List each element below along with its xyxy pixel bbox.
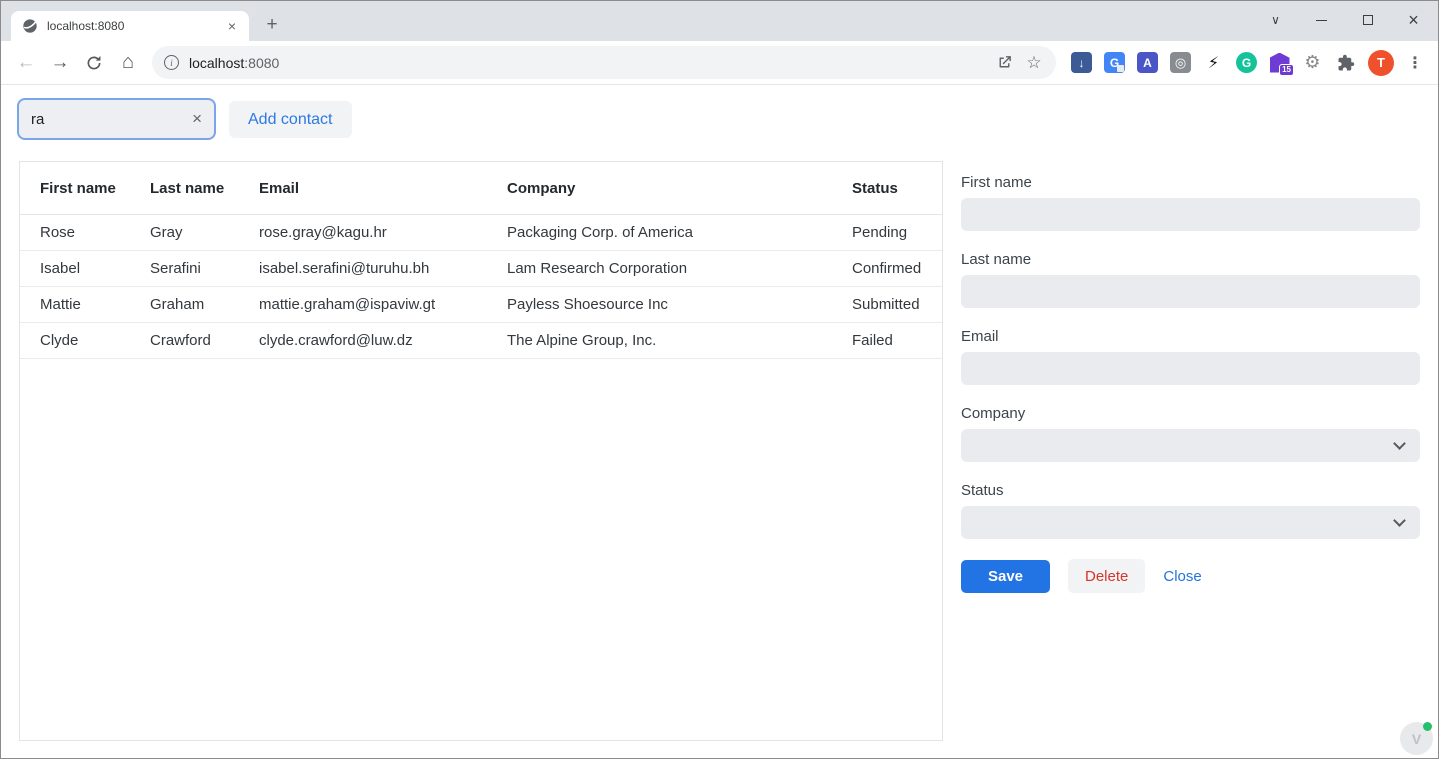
back-button[interactable]: ← xyxy=(11,48,41,78)
grammarly-extension-icon[interactable]: G xyxy=(1236,52,1257,73)
email-field[interactable] xyxy=(961,352,1420,385)
cell-status: Confirmed xyxy=(852,260,942,277)
cell-last-name: Crawford xyxy=(150,332,259,349)
column-header-first-name: First name xyxy=(40,180,150,197)
devtools-overlay-button[interactable]: V xyxy=(1400,722,1433,755)
browser-menu-icon[interactable]: ⋮ xyxy=(1406,53,1424,73)
close-button[interactable]: Close xyxy=(1163,568,1201,585)
minimize-button[interactable] xyxy=(1307,6,1336,35)
search-box: × xyxy=(17,98,216,140)
browser-window: localhost:8080 × + ∨ × ← → ⌂ i localhost… xyxy=(0,0,1439,759)
extensions-row: ↓ G A ◎ ⚡ G 15 ⚙ T ⋮ xyxy=(1065,50,1430,76)
extensions-puzzle-icon[interactable] xyxy=(1335,52,1356,73)
tab-close-icon[interactable]: × xyxy=(223,17,241,35)
cell-email: clyde.crawford@luw.dz xyxy=(259,332,507,349)
company-select[interactable] xyxy=(961,429,1420,462)
page-content: × Add contact First name Last name Email… xyxy=(1,85,1438,758)
browser-toolbar: ← → ⌂ i localhost:8080 ☆ ↓ G A ◎ ⚡ G 15 … xyxy=(1,41,1438,85)
tab-title: localhost:8080 xyxy=(47,19,223,33)
profile-avatar[interactable]: T xyxy=(1368,50,1394,76)
cell-company: Lam Research Corporation xyxy=(507,260,852,277)
window-controls: ∨ × xyxy=(1261,1,1428,39)
first-name-field[interactable] xyxy=(961,198,1420,231)
cell-company: The Alpine Group, Inc. xyxy=(507,332,852,349)
table-body: Rose Gray rose.gray@kagu.hr Packaging Co… xyxy=(20,215,942,359)
lightning-extension-icon[interactable]: ⚡ xyxy=(1203,52,1224,73)
table-header-row: First name Last name Email Company Statu… xyxy=(20,162,942,215)
app-header: × Add contact xyxy=(17,98,352,140)
globe-favicon-icon xyxy=(22,18,38,34)
camera-extension-icon[interactable]: ◎ xyxy=(1170,52,1191,73)
tab-strip: localhost:8080 × + ∨ × xyxy=(1,1,1438,41)
screenshot-extension-icon[interactable]: A xyxy=(1137,52,1158,73)
last-name-label: Last name xyxy=(961,251,1420,270)
cell-status: Failed xyxy=(852,332,942,349)
clear-search-icon[interactable]: × xyxy=(190,109,204,129)
extension-badge: 15 xyxy=(1279,64,1294,76)
contact-form: First name Last name Email Company Statu… xyxy=(961,174,1420,593)
contacts-table: First name Last name Email Company Statu… xyxy=(19,161,943,741)
url-host: localhost xyxy=(189,55,244,71)
last-name-field[interactable] xyxy=(961,275,1420,308)
cell-first-name: Clyde xyxy=(40,332,150,349)
gear-extension-icon[interactable]: ⚙ xyxy=(1302,52,1323,73)
cell-first-name: Isabel xyxy=(40,260,150,277)
cell-status: Submitted xyxy=(852,296,942,313)
add-contact-button[interactable]: Add contact xyxy=(229,101,352,138)
home-icon: ⌂ xyxy=(122,51,134,74)
column-header-email: Email xyxy=(259,180,507,197)
new-tab-button[interactable]: + xyxy=(258,11,286,39)
url-port: :8080 xyxy=(244,55,279,71)
page-info-icon[interactable]: i xyxy=(164,55,179,70)
cell-status: Pending xyxy=(852,224,942,241)
url-text: localhost:8080 xyxy=(189,55,984,71)
cell-email: mattie.graham@ispaviw.gt xyxy=(259,296,507,313)
reload-button[interactable] xyxy=(79,48,109,78)
status-label: Status xyxy=(961,482,1420,501)
download-extension-icon[interactable]: ↓ xyxy=(1071,52,1092,73)
status-dot xyxy=(1423,722,1432,731)
browser-tab[interactable]: localhost:8080 × xyxy=(11,11,249,41)
cell-first-name: Mattie xyxy=(40,296,150,313)
cell-last-name: Graham xyxy=(150,296,259,313)
cell-company: Packaging Corp. of America xyxy=(507,224,852,241)
maximize-icon xyxy=(1363,15,1373,25)
company-label: Company xyxy=(961,405,1420,424)
column-header-status: Status xyxy=(852,180,942,197)
forward-button[interactable]: → xyxy=(45,48,75,78)
cell-last-name: Serafini xyxy=(150,260,259,277)
form-buttons: Save Delete Close xyxy=(961,559,1420,593)
table-row[interactable]: Isabel Serafini isabel.serafini@turuhu.b… xyxy=(20,251,942,287)
translate-extension-icon[interactable]: G xyxy=(1104,52,1125,73)
cell-last-name: Gray xyxy=(150,224,259,241)
devtools-logo-icon: V xyxy=(1412,731,1421,747)
cell-company: Payless Shoesource Inc xyxy=(507,296,852,313)
cell-first-name: Rose xyxy=(40,224,150,241)
column-header-last-name: Last name xyxy=(150,180,259,197)
tab-search-chevron-icon[interactable]: ∨ xyxy=(1261,6,1290,35)
first-name-label: First name xyxy=(961,174,1420,193)
address-bar[interactable]: i localhost:8080 ☆ xyxy=(152,46,1056,79)
table-row[interactable]: Clyde Crawford clyde.crawford@luw.dz The… xyxy=(20,323,942,359)
status-select[interactable] xyxy=(961,506,1420,539)
share-icon[interactable] xyxy=(994,53,1014,73)
close-window-button[interactable]: × xyxy=(1399,6,1428,35)
bookmark-star-icon[interactable]: ☆ xyxy=(1024,53,1044,73)
search-input[interactable] xyxy=(31,111,190,128)
shopping-extension-icon[interactable]: 15 xyxy=(1269,52,1290,73)
minimize-icon xyxy=(1316,20,1327,21)
cell-email: isabel.serafini@turuhu.bh xyxy=(259,260,507,277)
save-button[interactable]: Save xyxy=(961,560,1050,593)
cell-email: rose.gray@kagu.hr xyxy=(259,224,507,241)
table-row[interactable]: Mattie Graham mattie.graham@ispaviw.gt P… xyxy=(20,287,942,323)
email-label: Email xyxy=(961,328,1420,347)
table-row[interactable]: Rose Gray rose.gray@kagu.hr Packaging Co… xyxy=(20,215,942,251)
maximize-button[interactable] xyxy=(1353,6,1382,35)
delete-button[interactable]: Delete xyxy=(1068,559,1145,593)
chevron-down-icon xyxy=(1393,514,1406,527)
chevron-down-icon xyxy=(1393,437,1406,450)
column-header-company: Company xyxy=(507,180,852,197)
home-button[interactable]: ⌂ xyxy=(113,48,143,78)
